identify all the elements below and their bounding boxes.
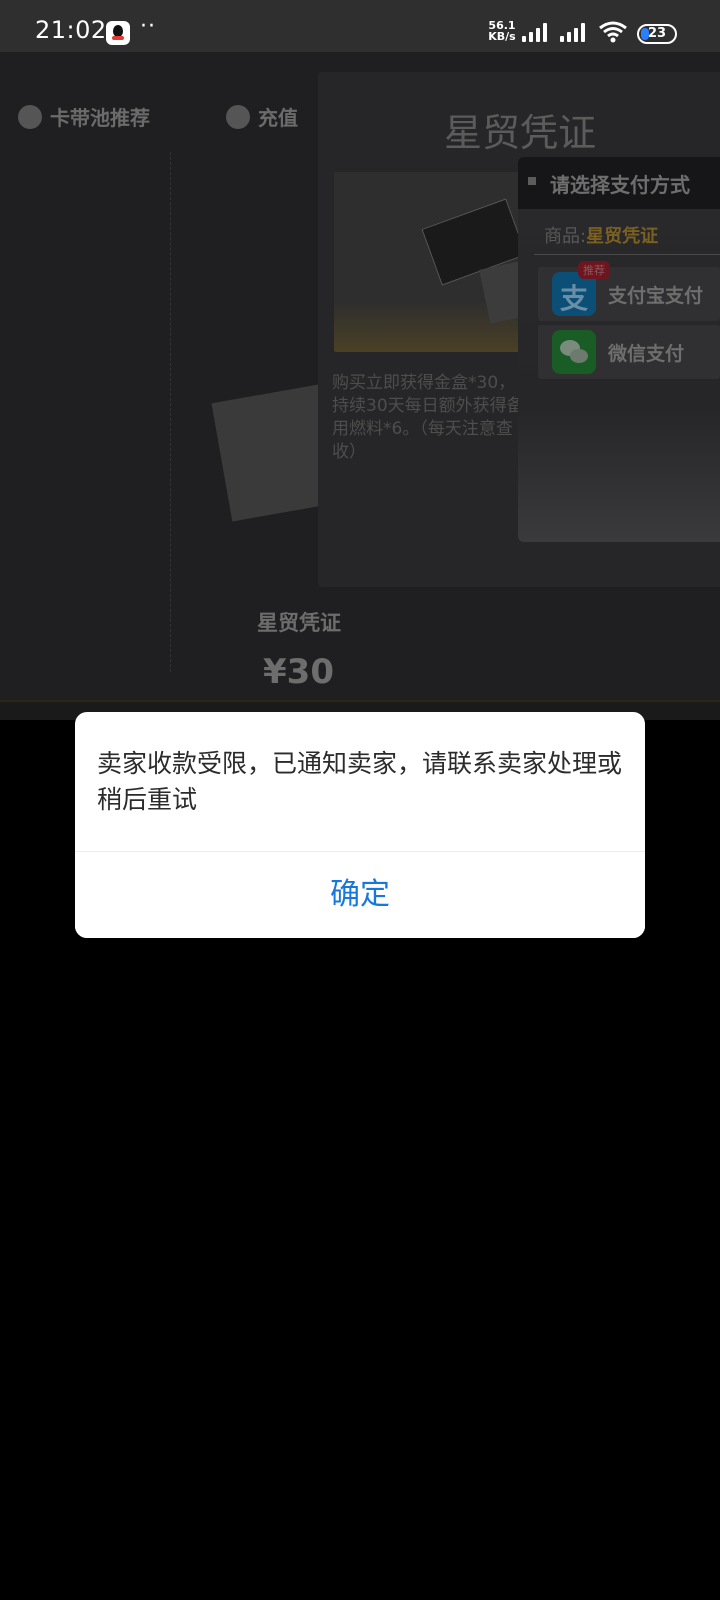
pay-option-wechat-label: 微信支付	[608, 343, 685, 365]
battery-level: 23	[647, 26, 667, 41]
yen-icon	[226, 104, 250, 129]
payment-method-sheet: 请选择支付方式 商品:星贸凭证 推荐 支付宝支付 微信支付	[518, 157, 720, 542]
tab-recommend-label: 卡带池推荐	[50, 106, 150, 130]
product-detail-image	[334, 172, 534, 352]
wifi-icon	[599, 21, 627, 43]
tab-recharge[interactable]: 充值	[226, 102, 298, 131]
goods-name: 星贸凭证	[586, 226, 659, 247]
signal-1-icon	[522, 22, 552, 42]
pay-option-alipay-label: 支付宝支付	[608, 285, 704, 307]
product-detail-description: 购买立即获得金盒*30，持续30天每日额外获得备用燃料*6。（每天注意查收）	[332, 373, 524, 462]
payment-sheet-header: 请选择支付方式	[518, 157, 720, 209]
battery-icon: 23	[637, 24, 677, 44]
divider	[534, 254, 720, 255]
confirm-button[interactable]: 确定	[75, 852, 645, 938]
status-bar: 21:02 ·· 56.1 KB/s 23	[0, 0, 720, 52]
more-notifications-icon: ··	[140, 14, 156, 39]
signal-2-icon	[560, 22, 590, 42]
status-time: 21:02	[35, 16, 107, 44]
network-speed: 56.1 KB/s	[485, 20, 519, 42]
app-nav: 卡带池推荐 充值	[0, 92, 320, 152]
header-marker-icon	[528, 177, 536, 185]
payment-sheet-title: 请选择支付方式	[550, 173, 690, 197]
product-card[interactable]: 星贸凭证 ¥30	[170, 152, 351, 692]
product-card-title: 星贸凭证	[257, 611, 341, 635]
recommend-badge: 推荐	[578, 261, 610, 279]
cassette-icon	[18, 104, 42, 129]
dialog-message: 卖家收款受限，已通知卖家，请联系卖家处理或稍后重试	[97, 749, 623, 814]
alert-dialog: 卖家收款受限，已通知卖家，请联系卖家处理或稍后重试 确定	[75, 712, 645, 938]
pay-option-alipay[interactable]: 推荐 支付宝支付	[538, 261, 720, 321]
pay-option-wechat[interactable]: 微信支付	[538, 325, 720, 379]
product-detail-title: 星贸凭证	[443, 111, 596, 155]
goods-label: 商品:	[544, 226, 587, 247]
network-speed-unit: KB/s	[488, 30, 516, 43]
product-card-price: ¥30	[263, 652, 333, 692]
wechat-icon	[552, 330, 596, 374]
background-app: 卡带池推荐 充值 星贸凭证 ¥30 星贸凭证 购买立即获得金盒*30，持续30天…	[0, 52, 720, 720]
qq-notification-icon	[106, 21, 130, 45]
tab-recharge-label: 充值	[258, 106, 298, 130]
tab-recommend[interactable]: 卡带池推荐	[18, 102, 150, 131]
goods-info: 商品:星贸凭证	[544, 222, 658, 248]
